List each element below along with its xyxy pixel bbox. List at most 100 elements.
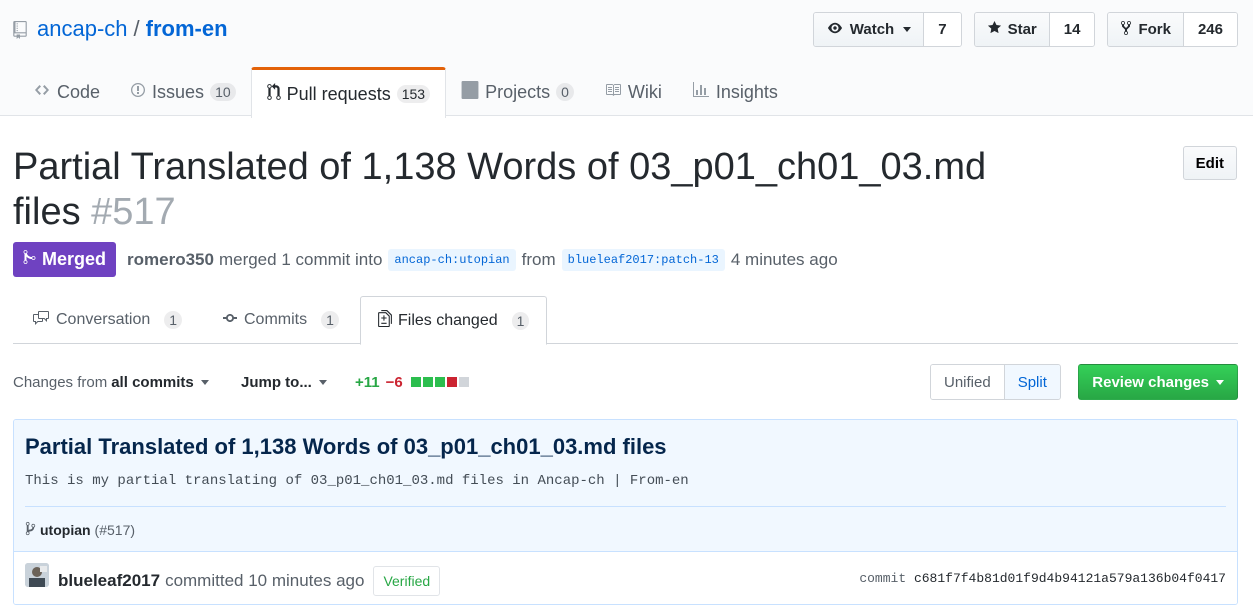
commit-header: Partial Translated of 1,138 Words of 03_…	[14, 420, 1237, 552]
nav-label: Wiki	[627, 81, 662, 102]
edit-button[interactable]: Edit	[1182, 146, 1237, 180]
nav-projects[interactable]: Projects 0	[446, 67, 589, 117]
watch-group: Watch 7	[812, 12, 962, 47]
pull-request-icon	[266, 82, 281, 106]
fork-group: Fork 246	[1107, 12, 1238, 47]
jump-to-dropdown[interactable]: Jump to...	[241, 364, 327, 400]
commit-description: This is my partial translating of 03_p01…	[25, 473, 689, 489]
repo-title: ancap-ch / from-en	[13, 14, 228, 44]
deletions-count: −6	[385, 373, 403, 391]
comment-discussion-icon	[32, 310, 50, 331]
base-branch[interactable]: ancap-ch:utopian	[388, 248, 516, 271]
fork-icon	[1120, 20, 1132, 40]
nav-wiki[interactable]: Wiki	[589, 67, 677, 117]
tab-commits[interactable]: Commits 1	[222, 296, 339, 344]
commit-author-link[interactable]: blueleaf2017	[58, 571, 160, 591]
star-label: Star	[1007, 21, 1037, 38]
eye-icon	[826, 21, 844, 39]
sha-prefix: commit	[859, 571, 907, 586]
repo-header: ancap-ch / from-en Watch 7 Star 14 Fork	[0, 0, 1253, 118]
nav-label: Insights	[715, 81, 778, 102]
tab-label: Conversation	[56, 311, 151, 328]
fork-label: Fork	[1138, 21, 1171, 38]
pr-number: #517	[91, 191, 176, 233]
verified-badge[interactable]: Verified	[373, 566, 441, 596]
tab-conversation[interactable]: Conversation 1	[32, 296, 183, 344]
repo-owner-link[interactable]: ancap-ch	[37, 16, 128, 42]
star-count[interactable]: 14	[1049, 13, 1095, 46]
diff-toolbar: Changes from all commits Jump to... +11 …	[13, 364, 1238, 400]
diff-icon	[378, 309, 392, 332]
issues-counter: 10	[210, 83, 236, 101]
committed-text: committed 10 minutes ago	[165, 571, 365, 590]
watch-button[interactable]: Watch	[813, 13, 925, 46]
avatar[interactable]	[25, 563, 49, 587]
project-icon	[461, 80, 479, 104]
watch-label: Watch	[849, 21, 895, 38]
changes-value: all commits	[111, 373, 194, 391]
unified-button[interactable]: Unified	[931, 365, 1005, 399]
watch-count[interactable]: 7	[924, 13, 961, 46]
nav-pull-requests[interactable]: Pull requests 153	[250, 67, 447, 118]
nav-insights[interactable]: Insights	[677, 67, 793, 117]
page-title: Partial Translated of 1,138 Words of 03_…	[13, 145, 1033, 235]
chevron-down-icon	[318, 379, 327, 385]
timestamp: 4 minutes ago	[730, 249, 838, 269]
diffstat-block	[422, 377, 433, 387]
tab-files-changed[interactable]: Files changed 1	[360, 296, 548, 345]
repo-icon	[13, 19, 29, 39]
nav-label: Projects	[485, 81, 551, 102]
star-group: Star 14	[973, 12, 1096, 47]
commit-title[interactable]: Partial Translated of 1,138 Words of 03_…	[25, 434, 667, 460]
projects-counter: 0	[556, 83, 574, 101]
commit-box: Partial Translated of 1,138 Words of 03_…	[13, 419, 1238, 605]
diffstat-block	[410, 377, 421, 387]
star-button[interactable]: Star	[974, 13, 1050, 46]
pr-tabs: Conversation 1 Commits 1 Files changed 1	[13, 296, 1238, 345]
issue-icon	[130, 82, 146, 103]
tab-label: Files changed	[398, 311, 498, 329]
chevron-down-icon	[200, 379, 209, 385]
repo-nav: Code Issues 10 Pull requests 153 Project…	[18, 67, 793, 118]
pr-meta: Merged romero350 merged 1 commit into an…	[13, 242, 838, 277]
git-commit-icon	[222, 310, 238, 331]
repo-separator: /	[133, 16, 140, 41]
git-branch-icon	[25, 521, 36, 539]
jump-label: Jump to...	[241, 373, 312, 391]
files-changed-counter: 1	[511, 311, 530, 330]
diff-view-toggle: Unified Split	[930, 364, 1061, 400]
book-icon	[604, 82, 622, 103]
split-button[interactable]: Split	[1004, 365, 1060, 399]
state-label: Merged	[42, 249, 107, 269]
author-link[interactable]: romero350	[127, 250, 214, 270]
repo-actions: Watch 7 Star 14 Fork 246	[812, 12, 1238, 47]
head-branch[interactable]: blueleaf2017:patch-13	[561, 248, 725, 271]
nav-code[interactable]: Code	[18, 67, 115, 117]
fork-count[interactable]: 246	[1183, 13, 1237, 46]
repo-name-link[interactable]: from-en	[146, 16, 228, 42]
nav-label: Pull requests	[286, 83, 391, 104]
graph-icon	[692, 81, 710, 103]
nav-label: Code	[57, 81, 101, 102]
divider	[25, 506, 1226, 507]
branch-ref[interactable]: (#517)	[95, 522, 135, 538]
chevron-down-icon	[903, 27, 912, 32]
review-label: Review changes	[1092, 373, 1209, 391]
commit-meta: blueleaf2017 committed 10 minutes ago Ve…	[58, 566, 441, 596]
nav-issues[interactable]: Issues 10	[115, 67, 251, 117]
chevron-down-icon	[1216, 379, 1224, 385]
additions-count: +11	[355, 373, 380, 391]
nav-label: Issues	[152, 81, 205, 102]
commit-branch: utopian (#517)	[25, 521, 135, 539]
branch-name[interactable]: utopian	[40, 522, 91, 538]
merge-icon	[23, 249, 36, 270]
sha-value[interactable]: c681f7f4b81d01f9d4b94121a579a136b04f0417	[914, 571, 1226, 586]
star-icon	[987, 20, 1002, 39]
fork-button[interactable]: Fork	[1108, 13, 1184, 46]
commits-counter: 1	[321, 311, 339, 329]
commit-footer: blueleaf2017 committed 10 minutes ago Ve…	[14, 552, 1237, 604]
review-changes-button[interactable]: Review changes	[1078, 364, 1238, 400]
diffstat-block	[446, 377, 457, 387]
changes-from-dropdown[interactable]: Changes from all commits	[13, 364, 209, 400]
diffstat-block	[458, 377, 469, 387]
